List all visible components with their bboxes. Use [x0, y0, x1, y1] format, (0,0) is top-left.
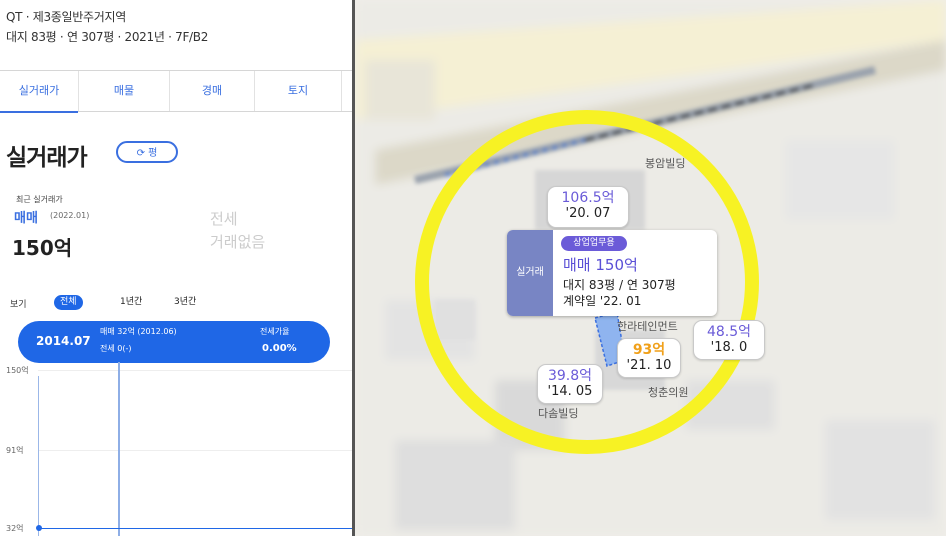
marker-date: '20. 07	[565, 206, 611, 221]
place-name: 한라테인먼트	[617, 320, 678, 333]
period-1y-chip[interactable]: 1년간	[114, 295, 148, 310]
tab-real-price[interactable]: 실거래가	[0, 71, 78, 113]
summary-date: 2014.07	[36, 334, 91, 348]
tab-auction[interactable]: 경매	[170, 71, 254, 111]
unit-toggle-button[interactable]: ⟳ 평	[116, 141, 178, 163]
y-tick-label: 32억	[6, 524, 24, 533]
left-panel: QT · 제3종일반주거지역 대지 83평 · 연 307평 · 2021년 ·…	[0, 0, 352, 536]
map-view[interactable]: 봉암빌딩 한라테인먼트 청춘의원 다솜빌딩 106.5억 '20. 07 실거래…	[355, 0, 946, 536]
period-all-chip[interactable]: 전체	[54, 295, 83, 310]
tab-divider	[341, 71, 342, 111]
deal-date: (2022.01)	[50, 211, 90, 220]
deal-popup[interactable]: 실거래 상업업무용 매매 150억 대지 83평 / 연 307평 계약일 '2…	[507, 230, 717, 316]
popup-side-label: 실거래	[507, 230, 553, 316]
tab-land[interactable]: 토지	[255, 71, 341, 111]
marker-price: 93억	[632, 342, 666, 358]
popup-contract-date: 계약일 '22. 01	[563, 294, 642, 308]
chart-y-axis	[38, 376, 39, 536]
popup-badge: 상업업무용	[561, 236, 627, 251]
deal-type: 매매	[14, 211, 38, 226]
popup-title: 매매 150억	[563, 256, 638, 274]
price-marker[interactable]: 48.5억 '18. 0	[693, 320, 765, 360]
jeonse-value: 거래없음	[210, 233, 266, 251]
price-marker[interactable]: 93억 '21. 10	[617, 338, 681, 378]
tab-bar: 실거래가 매물 경매 토지	[0, 70, 352, 113]
tab-listing[interactable]: 매물	[79, 71, 169, 111]
chart-gridline	[38, 370, 352, 371]
chart-series-line	[40, 528, 352, 529]
jeonse-label: 전세	[210, 210, 238, 228]
summary-sale: 매매 32억 (2012.06)	[100, 327, 177, 336]
popup-area: 대지 83평 / 연 307평	[563, 278, 676, 292]
chart-point	[36, 525, 42, 531]
chart-cursor-line[interactable]	[118, 362, 120, 536]
price-chart	[0, 362, 352, 536]
deal-price: 150억	[12, 236, 73, 260]
summary-bar: 2014.07 매매 32억 (2012.06) 전세 0(-) 전세가율 0.…	[18, 321, 330, 363]
place-name: 봉암빌딩	[645, 157, 686, 170]
chart-gridline	[38, 450, 352, 451]
marker-date: '21. 10	[626, 358, 672, 373]
place-name: 다솜빌딩	[538, 407, 579, 420]
marker-date: '18. 0	[710, 340, 748, 355]
period-label: 보기	[10, 300, 27, 310]
period-3y-chip[interactable]: 3년간	[168, 295, 202, 310]
summary-ratio-value: 0.00%	[262, 343, 297, 354]
y-tick-label: 150억	[6, 366, 29, 375]
y-tick-label: 91억	[6, 446, 24, 455]
building-zoning: QT · 제3종일반주거지역	[6, 10, 126, 24]
place-name: 청춘의원	[648, 386, 689, 399]
marker-price: 48.5억	[706, 324, 752, 340]
section-title: 실거래가	[6, 145, 88, 171]
recent-price-label: 최근 실거래가	[16, 195, 63, 204]
marker-price: 106.5억	[561, 190, 615, 206]
summary-jeonse: 전세 0(-)	[100, 344, 132, 353]
marker-date: '14. 05	[547, 384, 593, 399]
marker-price: 39.8억	[547, 368, 593, 384]
summary-ratio-label: 전세가율	[260, 327, 290, 336]
price-marker[interactable]: 106.5억 '20. 07	[547, 186, 629, 228]
building-info: 대지 83평 · 연 307평 · 2021년 · 7F/B2	[6, 30, 209, 44]
price-marker[interactable]: 39.8억 '14. 05	[537, 364, 603, 404]
